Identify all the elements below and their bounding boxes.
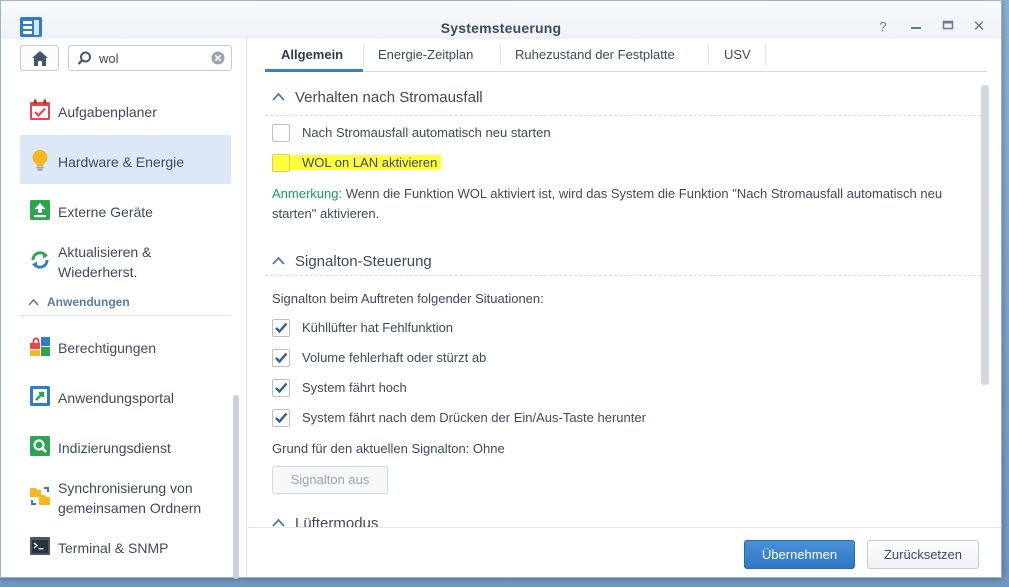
sidebar-item-label: Indizierungsdienst [58, 440, 171, 456]
sidebar-item-indexing-service[interactable]: Indizierungsdienst [20, 421, 231, 470]
checkbox-label: System fährt hoch [302, 380, 407, 395]
tab-general[interactable]: Allgemein [281, 47, 343, 62]
section-power-recovery-header[interactable]: Verhalten nach Stromausfall [272, 89, 483, 106]
chevron-up-icon [272, 92, 285, 101]
permissions-icon [30, 337, 50, 356]
beep-reason-text: Grund für den aktuellen Signalton: Ohne [272, 441, 505, 456]
sidebar-item-update-restore[interactable]: Aktualisieren & Wiederherst. [20, 235, 231, 284]
note-text: Wenn die Funktion WOL aktiviert ist, wir… [272, 186, 943, 221]
tab-bar: Allgemein Energie-Zeitplan Ruhezustand d… [265, 39, 987, 72]
apply-button[interactable]: Übernehmen [744, 540, 855, 569]
calendar-check-icon [30, 99, 50, 120]
close-button[interactable]: ✕ [970, 18, 988, 36]
sidebar-item-terminal-snmp[interactable]: Terminal & SNMP [20, 521, 231, 570]
sidebar-item-application-portal[interactable]: Anwendungsportal [20, 371, 231, 420]
beep-power-button-shutdown-checkbox[interactable] [272, 409, 290, 427]
settings-content: Verhalten nach Stromausfall Nach Stromau… [265, 73, 985, 529]
checkbox-label: Kühllüfter hat Fehlfunktion [302, 320, 454, 335]
beep-off-button[interactable]: Signalton aus [272, 466, 388, 494]
home-button[interactable] [20, 45, 59, 71]
auto-restart-checkbox[interactable] [272, 124, 290, 142]
section-title: Signalton-Steuerung [295, 253, 432, 270]
sidebar-item-external-devices[interactable]: Externe Geräte [20, 185, 231, 234]
sidebar-item-label: Anwendungsportal [58, 390, 174, 406]
control-panel-window: Systemsteuerung ? ✕ wol Aufgabenplaner H… [0, 0, 1002, 579]
sidebar-section-applications[interactable]: Anwendungen [28, 295, 130, 309]
beep-volume-crash-checkbox[interactable] [272, 349, 290, 367]
checkbox-label: Nach Stromausfall automatisch neu starte… [302, 125, 551, 140]
tab-separator [708, 45, 709, 65]
index-search-icon [30, 436, 50, 456]
wol-note: Anmerkung: Wenn die Funktion WOL aktivie… [272, 184, 980, 224]
checkmark-icon [275, 382, 288, 394]
external-device-icon [30, 200, 50, 220]
shared-folder-sync-icon [30, 487, 50, 505]
refresh-icon [31, 251, 49, 269]
beep-intro-text: Signalton beim Auftreten folgender Situa… [272, 291, 544, 306]
section-title: Verhalten nach Stromausfall [295, 89, 483, 106]
checkmark-icon [275, 412, 288, 424]
section-beep-control-header[interactable]: Signalton-Steuerung [272, 253, 432, 270]
footer-bar: Übernehmen Zurücksetzen [248, 527, 1001, 577]
section-divider [265, 275, 981, 276]
lightbulb-icon [32, 150, 48, 171]
sidebar-item-label: Aktualisieren & Wiederherst. [58, 244, 152, 280]
clear-search-icon[interactable] [211, 51, 225, 65]
maximize-icon [942, 20, 954, 30]
sidebar-item-label: Synchronisierung von gemeinsamen Ordnern [58, 480, 202, 516]
checkbox-label: System fährt nach dem Drücken der Ein/Au… [302, 410, 646, 425]
sidebar-item-task-scheduler[interactable]: Aufgabenplaner [20, 85, 231, 134]
tab-ups[interactable]: USV [724, 47, 751, 62]
sidebar-item-label: Terminal & SNMP [58, 540, 169, 556]
terminal-icon [30, 537, 50, 555]
checkbox-label: Volume fehlerhaft oder stürzt ab [302, 350, 487, 365]
beep-system-startup-checkbox[interactable] [272, 379, 290, 397]
beep-fan-failure-checkbox[interactable] [272, 319, 290, 337]
tab-hdd-hibernation[interactable]: Ruhezustand der Festplatte [515, 47, 675, 62]
help-button[interactable]: ? [874, 18, 892, 36]
tab-power-schedule[interactable]: Energie-Zeitplan [378, 47, 473, 62]
title-bar[interactable]: Systemsteuerung ? ✕ [1, 1, 1001, 39]
checkbox-label: WOL on LAN aktivieren [290, 155, 442, 170]
tab-separator [500, 45, 501, 65]
section-divider [265, 115, 981, 116]
search-icon [77, 51, 91, 65]
maximize-button[interactable] [939, 18, 957, 36]
sidebar: Aufgabenplaner Hardware & Energie Extern… [1, 39, 247, 579]
sidebar-divider [20, 315, 231, 316]
tab-separator [765, 45, 766, 65]
checkmark-icon [275, 322, 288, 334]
reset-button[interactable]: Zurücksetzen [867, 540, 979, 569]
sidebar-item-permissions[interactable]: Berechtigungen [20, 321, 231, 370]
chevron-up-icon [28, 298, 39, 306]
note-label: Anmerkung: [272, 186, 343, 201]
sidebar-item-label: Hardware & Energie [58, 154, 185, 170]
search-box [68, 45, 232, 71]
sidebar-item-shared-folder-sync[interactable]: Synchronisierung von gemeinsamen Ordnern [20, 471, 231, 520]
minimize-icon [911, 27, 921, 29]
sidebar-item-label: Berechtigungen [58, 340, 157, 356]
active-tab-indicator [265, 69, 363, 72]
sidebar-item-label: Aufgabenplaner [58, 104, 157, 120]
sidebar-section-label: Anwendungen [47, 295, 130, 309]
checkmark-icon [275, 352, 288, 364]
wol-checkbox[interactable] [272, 154, 290, 172]
home-icon [32, 51, 48, 66]
content-scrollbar[interactable] [981, 85, 989, 385]
sidebar-scrollbar[interactable] [233, 395, 239, 579]
chevron-up-icon [272, 518, 285, 527]
sidebar-item-hardware-energy[interactable]: Hardware & Energie [20, 135, 231, 184]
tab-separator [363, 45, 364, 65]
search-input[interactable] [99, 49, 199, 67]
window-title: Systemsteuerung [440, 20, 562, 36]
app-portal-icon [30, 386, 50, 406]
chevron-up-icon [272, 256, 285, 265]
sidebar-item-label: Externe Geräte [58, 204, 153, 220]
minimize-button[interactable] [907, 18, 925, 36]
